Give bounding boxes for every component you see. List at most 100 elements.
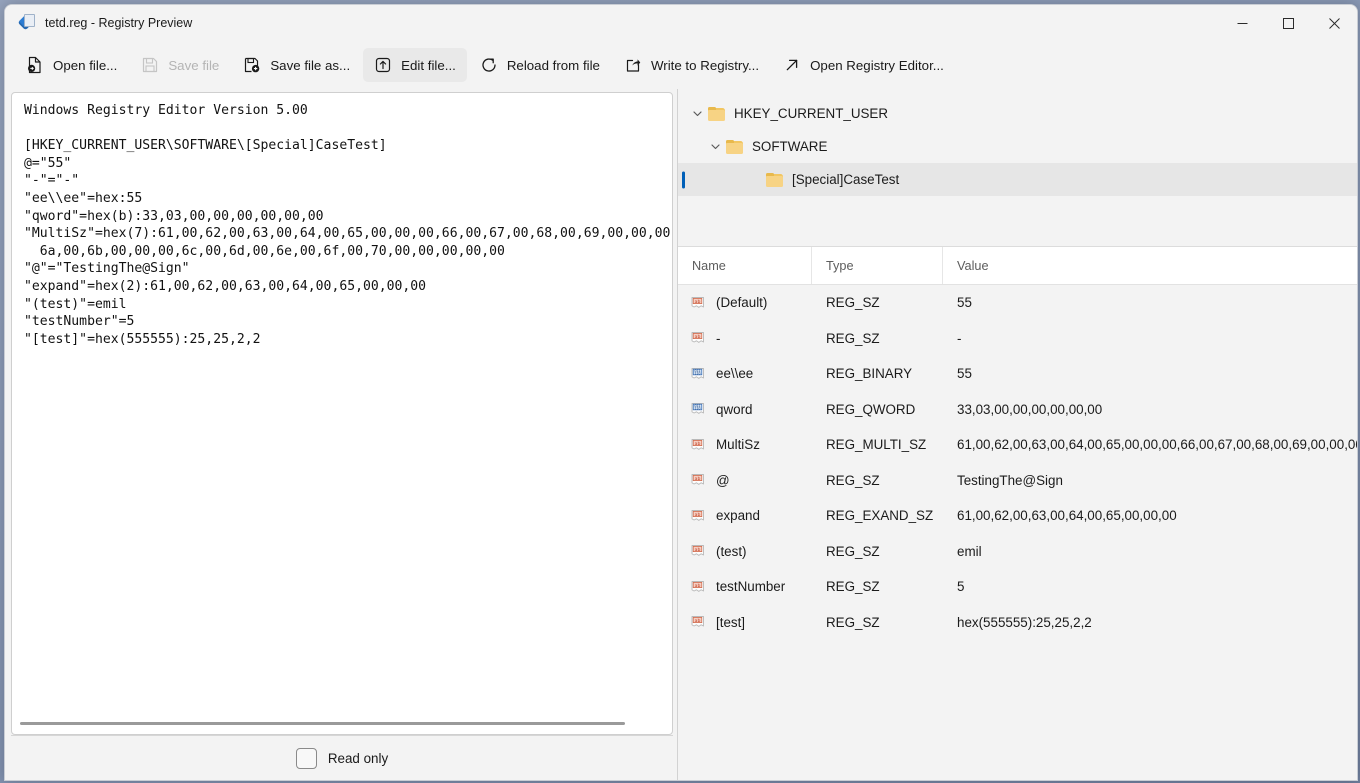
binary-value-icon: 011110 [690, 401, 707, 417]
registry-values-table: Name Type Value ab(Default)REG_SZ55ab-RE… [678, 246, 1357, 780]
editor-pane: Windows Registry Editor Version 5.00 [HK… [5, 89, 677, 780]
value-name-text: (test) [716, 544, 747, 559]
read-only-checkbox-box[interactable] [296, 748, 317, 769]
table-row[interactable]: ab (test) REG_SZemil [678, 534, 1357, 570]
cell-name: 011110ee\\ee [678, 366, 812, 382]
reg-file-editor[interactable]: Windows Registry Editor Version 5.00 [HK… [11, 92, 673, 735]
cell-value: hex(555555):25,25,2,2 [943, 615, 1357, 630]
save-file-label: Save file [168, 58, 219, 73]
chevron-down-icon[interactable] [686, 103, 708, 125]
selection-indicator [682, 171, 685, 188]
string-value-icon: ab [690, 508, 707, 524]
svg-text:ab: ab [695, 618, 701, 624]
svg-text:ab: ab [695, 476, 701, 482]
table-header-row: Name Type Value [678, 247, 1357, 285]
table-row[interactable]: abMultiSzREG_MULTI_SZ61,00,62,00,63,00,6… [678, 427, 1357, 463]
svg-text:110: 110 [695, 371, 701, 375]
cell-value: 33,03,00,00,00,00,00,00 [943, 402, 1357, 417]
cell-name: ab @ [678, 472, 812, 488]
string-value-icon: ab [690, 579, 707, 595]
toolbar: Open file... Save file Save fi [5, 41, 1357, 89]
svg-text:ab: ab [695, 441, 701, 447]
table-row[interactable]: ab @ REG_SZTestingThe@Sign [678, 463, 1357, 499]
title-bar: tetd.reg - Registry Preview [5, 5, 1357, 41]
cell-value: TestingThe@Sign [943, 473, 1357, 488]
cell-name: ab - [678, 330, 812, 346]
value-name-text: - [716, 331, 720, 346]
horizontal-scrollbar[interactable] [20, 719, 650, 729]
value-name-text: (Default) [716, 295, 767, 310]
cell-name: ab expand [678, 508, 812, 524]
column-header-type[interactable]: Type [812, 247, 943, 284]
app-window: tetd.reg - Registry Preview [4, 4, 1358, 781]
string-value-icon: ab [690, 614, 707, 630]
svg-text:ab: ab [695, 334, 701, 340]
value-name-text: @ [716, 473, 730, 488]
cell-value: - [943, 331, 1357, 346]
table-row[interactable]: ab testNumber REG_SZ5 [678, 569, 1357, 605]
column-header-name[interactable]: Name [678, 247, 812, 284]
edit-file-label: Edit file... [401, 58, 456, 73]
tree-node-software[interactable]: SOFTWARE [678, 130, 1357, 163]
binary-value-icon: 011110 [690, 366, 707, 382]
open-file-label: Open file... [53, 58, 117, 73]
table-row[interactable]: 011110qwordREG_QWORD33,03,00,00,00,00,00… [678, 392, 1357, 428]
reload-from-file-button[interactable]: Reload from file [469, 48, 611, 82]
registry-preview-pane: HKEY_CURRENT_USER SOFTWARE [Special]C [677, 89, 1357, 780]
cell-value: 61,00,62,00,63,00,64,00,65,00,00,00 [943, 508, 1357, 523]
registry-tree: HKEY_CURRENT_USER SOFTWARE [Special]C [678, 89, 1357, 246]
cell-type: REG_SZ [812, 331, 943, 346]
column-header-value[interactable]: Value [943, 247, 1357, 284]
chevron-down-icon[interactable] [704, 136, 726, 158]
value-name-text: [test] [716, 615, 745, 630]
cell-type: REG_SZ [812, 579, 943, 594]
window-controls [1219, 5, 1357, 41]
external-link-icon [783, 56, 801, 74]
value-name-text: MultiSz [716, 437, 760, 452]
tree-node-label: SOFTWARE [752, 139, 827, 154]
cell-value: 61,00,62,00,63,00,64,00,65,00,00,00,66,0… [943, 437, 1357, 452]
value-name-text: expand [716, 508, 760, 523]
horizontal-scrollbar-thumb[interactable] [20, 722, 625, 725]
cell-value: emil [943, 544, 1357, 559]
write-registry-icon [624, 56, 642, 74]
open-file-button[interactable]: Open file... [15, 48, 128, 82]
write-to-registry-button[interactable]: Write to Registry... [613, 48, 770, 82]
folder-icon [726, 140, 743, 154]
maximize-icon[interactable] [1265, 5, 1311, 41]
chevron-placeholder-icon [744, 169, 766, 191]
table-row[interactable]: ab-REG_SZ- [678, 321, 1357, 357]
cell-type: REG_SZ [812, 473, 943, 488]
tree-node-hkey-current-user[interactable]: HKEY_CURRENT_USER [678, 97, 1357, 130]
open-file-icon [26, 56, 44, 74]
save-file-as-button[interactable]: Save file as... [232, 48, 361, 82]
table-body: ab(Default)REG_SZ55ab-REG_SZ-011110ee\\e… [678, 285, 1357, 780]
cell-name: ab (Default) [678, 295, 812, 311]
cell-type: REG_SZ [812, 615, 943, 630]
cell-name: ab [test] [678, 614, 812, 630]
string-value-icon: ab [690, 295, 707, 311]
folder-icon [766, 173, 783, 187]
value-name-text: testNumber [716, 579, 785, 594]
save-file-button[interactable]: Save file [130, 48, 230, 82]
table-row[interactable]: ab(Default)REG_SZ55 [678, 285, 1357, 321]
string-value-icon: ab [690, 543, 707, 559]
table-row[interactable]: ab [test] REG_SZhex(555555):25,25,2,2 [678, 605, 1357, 641]
cell-type: REG_SZ [812, 544, 943, 559]
open-registry-editor-button[interactable]: Open Registry Editor... [772, 48, 955, 82]
cell-value: 5 [943, 579, 1357, 594]
tree-node-label: [Special]CaseTest [792, 172, 899, 187]
edit-file-button[interactable]: Edit file... [363, 48, 467, 82]
minimize-icon[interactable] [1219, 5, 1265, 41]
registry-app-icon [17, 14, 35, 32]
close-icon[interactable] [1311, 5, 1357, 41]
svg-text:ab: ab [695, 583, 701, 589]
table-row[interactable]: 011110ee\\eeREG_BINARY55 [678, 356, 1357, 392]
cell-name: ab testNumber [678, 579, 812, 595]
reload-from-file-label: Reload from file [507, 58, 600, 73]
table-row[interactable]: abexpandREG_EXAND_SZ61,00,62,00,63,00,64… [678, 498, 1357, 534]
open-registry-editor-label: Open Registry Editor... [810, 58, 944, 73]
string-value-icon: ab [690, 472, 707, 488]
tree-node-specialcasetest[interactable]: [Special]CaseTest [678, 163, 1357, 196]
read-only-checkbox[interactable]: Read only [296, 748, 388, 769]
